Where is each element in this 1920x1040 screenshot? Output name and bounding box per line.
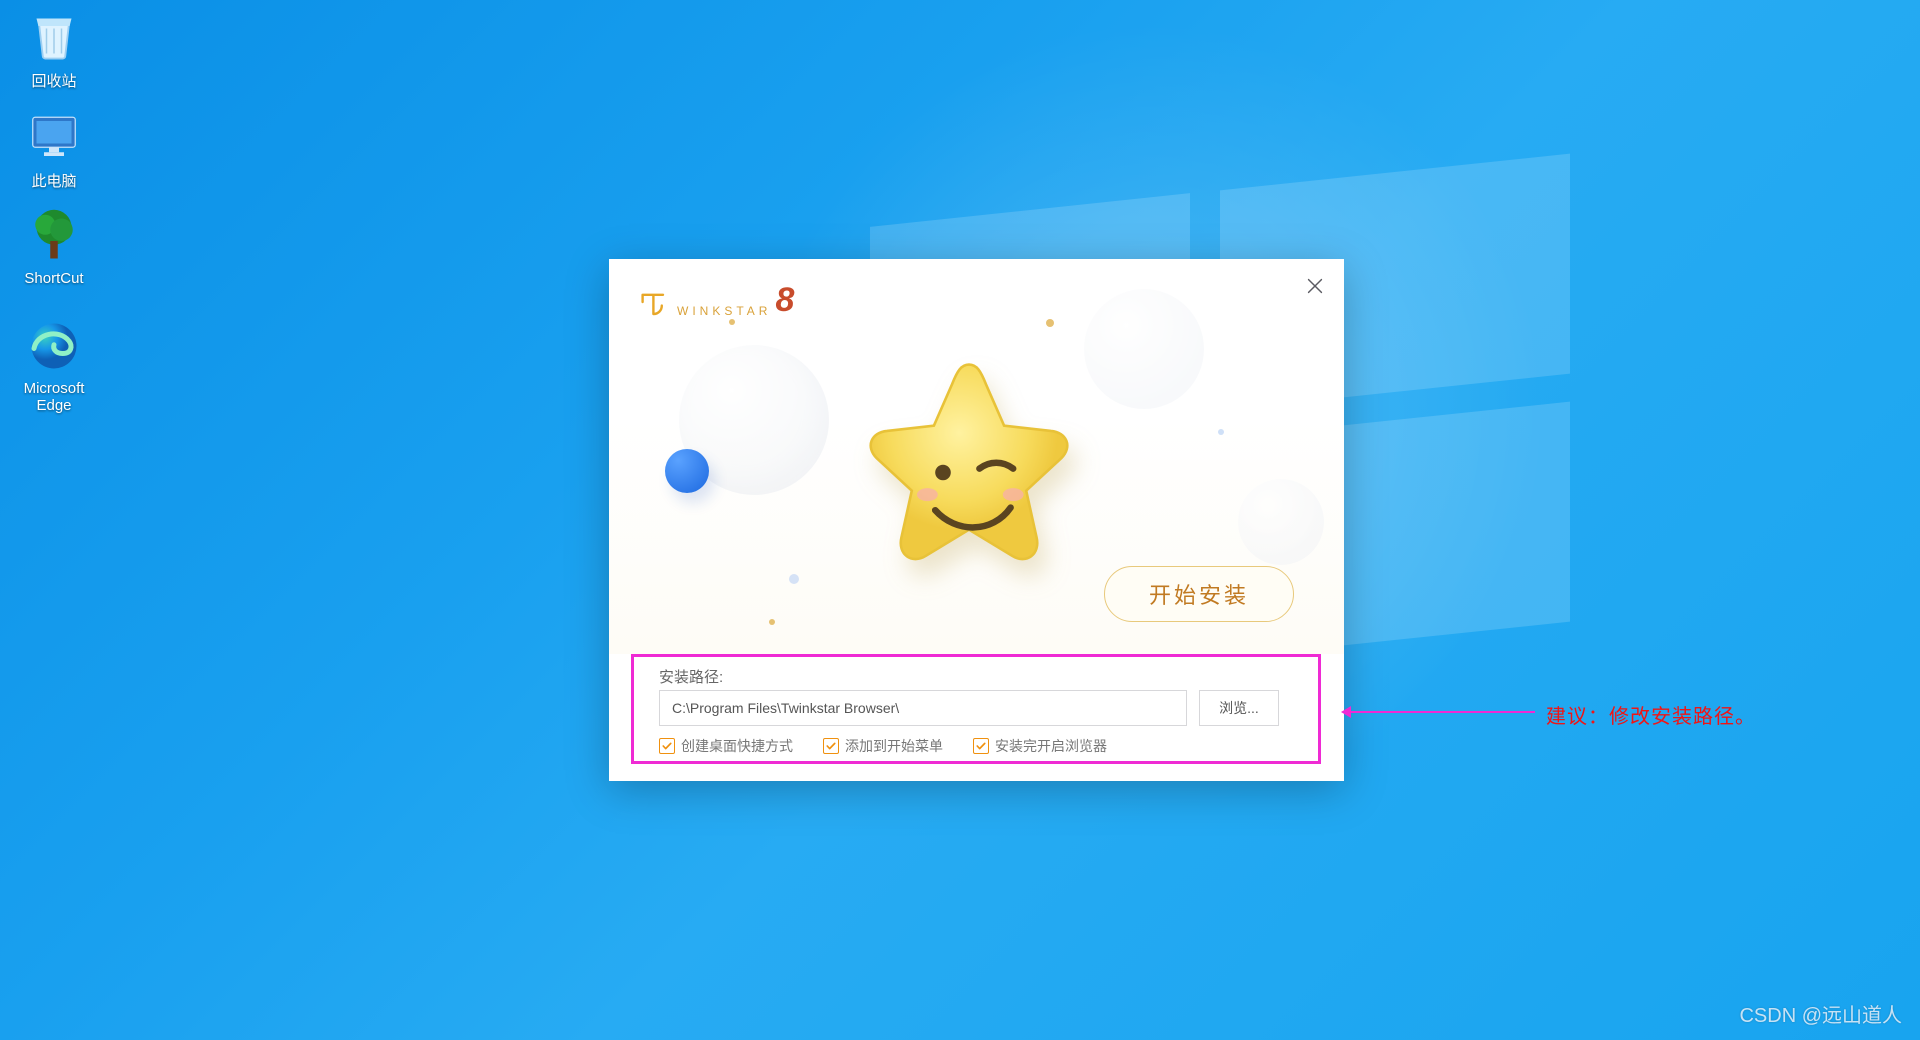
- browse-button-label: 浏览...: [1219, 700, 1259, 716]
- decor-dot: [729, 319, 735, 325]
- decor-dot: [769, 619, 775, 625]
- decor-dot: [1218, 429, 1224, 435]
- installer-hero: WINKSTAR 8: [609, 259, 1344, 654]
- recycle-bin-icon: [24, 6, 84, 66]
- browse-button[interactable]: 浏览...: [1199, 690, 1279, 726]
- desktop-icon-this-pc[interactable]: 此电脑: [2, 106, 106, 191]
- desktop-icon-recycle-bin[interactable]: 回收站: [2, 6, 106, 91]
- install-button[interactable]: 开始安装: [1104, 566, 1294, 622]
- desktop-icon-shortcut[interactable]: ShortCut: [2, 206, 106, 287]
- annotation-text: 建议：修改安装路径。: [1546, 700, 1756, 729]
- install-path-input[interactable]: [659, 690, 1187, 726]
- desktop-icon-edge[interactable]: Microsoft Edge: [2, 316, 106, 414]
- install-settings-panel: 安装路径: 浏览... 创建桌面快捷方式 添加到开始菜单 安装完开启浏览器: [609, 654, 1344, 781]
- decor-sphere: [1238, 479, 1324, 565]
- watermark: CSDN @远山道人: [1739, 999, 1902, 1028]
- brand-version: 8: [775, 281, 794, 320]
- close-icon: [1304, 275, 1326, 297]
- decor-dot: [1046, 319, 1054, 327]
- tree-icon: [24, 206, 84, 266]
- decor-dot: [789, 574, 799, 584]
- edge-icon: [24, 316, 84, 376]
- desktop-icon-label: 回收站: [2, 70, 106, 91]
- desktop-icon-label: ShortCut: [2, 270, 106, 287]
- checkbox-icon: [823, 738, 839, 754]
- install-path-label: 安装路径:: [659, 666, 723, 687]
- checkbox-desktop-shortcut[interactable]: 创建桌面快捷方式: [659, 736, 793, 756]
- desktop: 回收站 此电脑 ShortCut Microsoft Edge WINKSTAR…: [0, 0, 1920, 1040]
- this-pc-icon: [24, 106, 84, 166]
- checkbox-launch-after-install[interactable]: 安装完开启浏览器: [973, 736, 1107, 756]
- install-button-label: 开始安装: [1149, 578, 1249, 610]
- star-mascot-icon: [839, 349, 1099, 609]
- checkbox-label: 创建桌面快捷方式: [681, 736, 793, 756]
- checkbox-icon: [659, 738, 675, 754]
- decor-sphere: [1084, 289, 1204, 409]
- twinkstar-logo: WINKSTAR 8: [639, 281, 794, 320]
- annotation-arrow-icon: [1345, 711, 1535, 713]
- close-button[interactable]: [1304, 275, 1326, 297]
- checkbox-icon: [973, 738, 989, 754]
- installer-window: WINKSTAR 8: [609, 259, 1344, 780]
- checkbox-label: 添加到开始菜单: [845, 736, 943, 756]
- checkbox-start-menu[interactable]: 添加到开始菜单: [823, 736, 943, 756]
- brand-text: WINKSTAR: [677, 304, 771, 318]
- desktop-icon-label: Microsoft Edge: [2, 380, 106, 414]
- checkbox-label: 安装完开启浏览器: [995, 736, 1107, 756]
- desktop-icon-label: 此电脑: [2, 170, 106, 191]
- decor-sphere: [665, 449, 709, 493]
